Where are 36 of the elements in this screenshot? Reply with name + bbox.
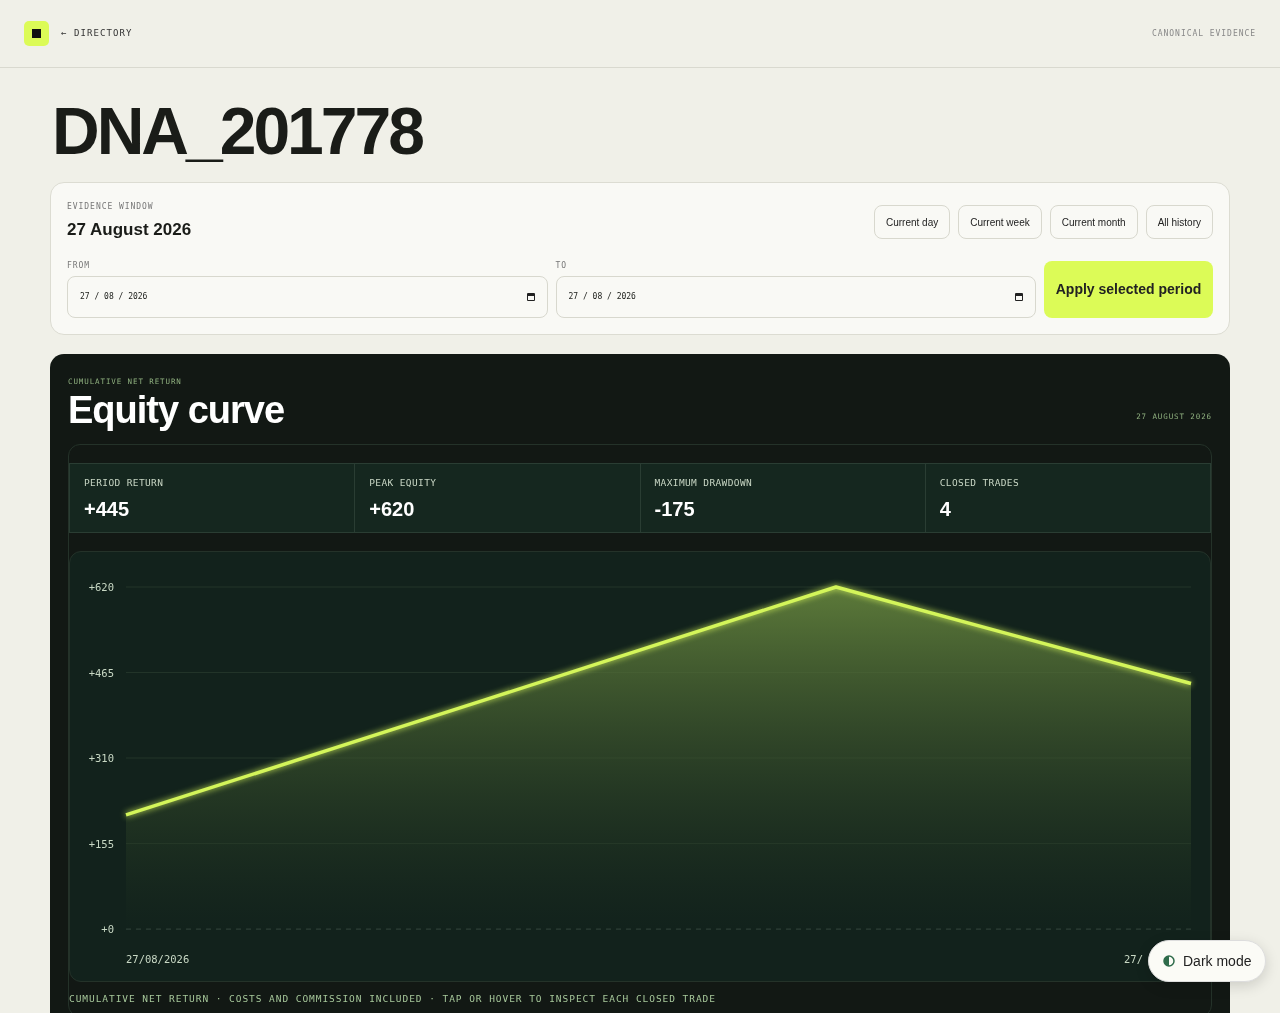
dark-mode-toggle[interactable]: Dark mode xyxy=(1148,940,1267,982)
calendar-icon[interactable] xyxy=(526,292,535,301)
field-label: FROM xyxy=(67,259,91,272)
axis-label: +0 xyxy=(101,922,114,935)
preset-button[interactable]: Current week xyxy=(958,205,1042,239)
stat-label: PEAK EQUITY xyxy=(369,475,438,490)
preset-button[interactable]: Current day xyxy=(874,205,951,239)
header-tag: CANONICAL EVIDENCE xyxy=(1152,27,1256,40)
window-date: 27 August 2026 xyxy=(67,219,192,241)
axis-label: +310 xyxy=(88,751,114,764)
stat-value: +445 xyxy=(84,497,131,522)
preset-button[interactable]: Current month xyxy=(1049,205,1138,239)
field-label: TO xyxy=(555,259,568,272)
stat-label: CLOSED TRADES xyxy=(939,475,1021,490)
stat-value: 4 xyxy=(939,497,952,522)
date-field[interactable]: 27 / 08 / 2026 xyxy=(67,275,548,318)
apply-button[interactable]: Apply selected period xyxy=(1044,260,1213,318)
stat-value: +620 xyxy=(369,497,416,522)
axis-label: 27/08/2026 xyxy=(126,952,190,965)
stat-label: MAXIMUM DRAWDOWN xyxy=(654,475,754,490)
page-title: DNA_201778 xyxy=(52,98,422,164)
axis-label: +620 xyxy=(88,580,114,593)
date-field[interactable]: 27 / 08 / 2026 xyxy=(555,275,1036,318)
calendar-icon[interactable] xyxy=(1015,292,1023,301)
chart-footnote: CUMULATIVE NET RETURN · COSTS AND COMMISSION INCLUDED · TAP OR HOVER TO INSPECT EACH CLOSED TRADE xyxy=(69,992,716,1004)
preset-button[interactable]: All history xyxy=(1145,205,1213,239)
chart-title: Equity curve xyxy=(68,390,285,429)
stat-label: PERIOD RETURN xyxy=(84,475,165,490)
back-link[interactable]: ← DIRECTORY xyxy=(61,26,133,41)
section-label: EVIDENCE WINDOW xyxy=(67,201,155,213)
contrast-icon xyxy=(1163,955,1175,967)
axis-label: +155 xyxy=(88,837,114,850)
stat-value: -175 xyxy=(654,497,696,522)
axis-label: +465 xyxy=(88,666,114,679)
axis-label: 27/ xyxy=(1124,952,1143,965)
logo-icon xyxy=(24,21,49,46)
